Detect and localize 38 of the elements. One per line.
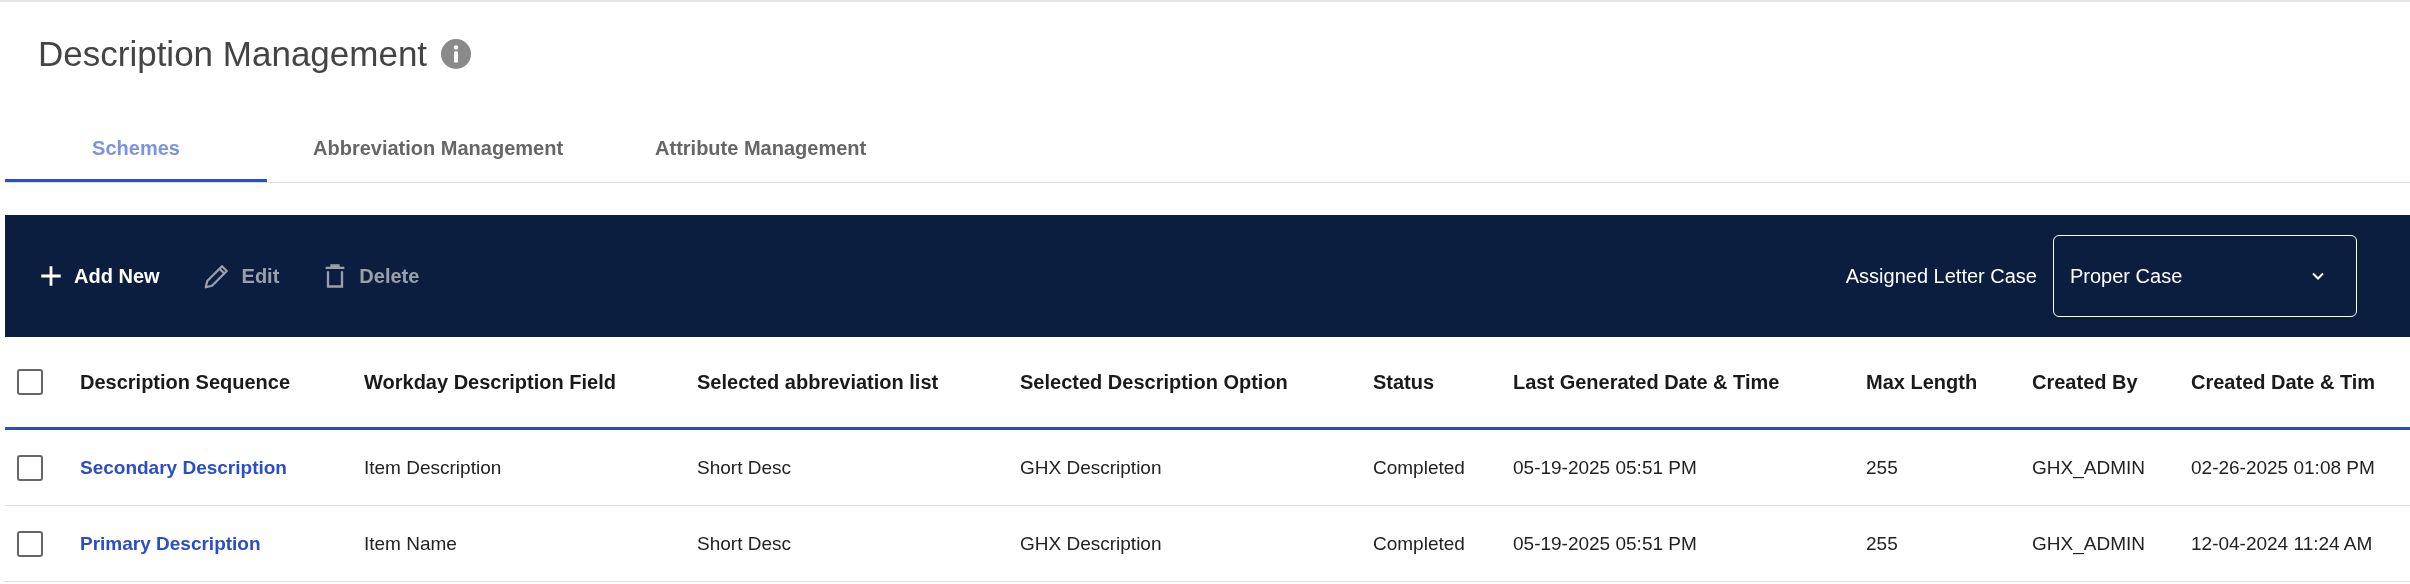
add-button[interactable]: Add New (38, 263, 160, 289)
table-cell: 05-19-2025 05:51 PM (1513, 456, 1697, 478)
plus-icon (38, 263, 64, 289)
table-cell: Completed (1373, 532, 1465, 554)
table-cell: 02-26-2025 01:08 PM (2191, 456, 2375, 478)
column-header: Created By (2032, 370, 2138, 393)
table-cell: 12-04-2024 11:24 AM (2191, 532, 2373, 554)
page-title: Description Management (38, 34, 428, 74)
column-header: Description Sequence (80, 370, 291, 393)
tab[interactable]: Attribute Management (609, 118, 913, 182)
table-cell: Item Name (364, 532, 457, 554)
column-header: Last Generated Date & Time (1513, 370, 1780, 393)
table-cell: 255 (1866, 532, 1898, 554)
row-checkbox[interactable] (17, 454, 43, 481)
table-cell: GHX_ADMIN (2032, 532, 2145, 554)
table-cell: 05-19-2025 05:51 PM (1513, 532, 1697, 554)
letter-case-label: Assigned Letter Case (1845, 264, 2037, 288)
table-cell: GHX Description (1020, 456, 1162, 478)
table-cell: Short Desc (697, 532, 791, 554)
table-cell: 255 (1866, 456, 1898, 478)
column-header: Selected Description Option (1020, 370, 1288, 393)
column-header: Created Date & Tim (2191, 370, 2376, 393)
tab[interactable]: Abbreviation Management (267, 118, 610, 182)
table-cell: Completed (1373, 456, 1465, 478)
table-cell: Short Desc (697, 456, 791, 478)
letter-case-dropdown[interactable]: Proper Case (2053, 235, 2357, 317)
info-icon[interactable] (441, 39, 472, 69)
select-all-checkbox[interactable] (17, 369, 43, 395)
table-cell: GHX_ADMIN (2032, 456, 2145, 478)
description-link[interactable]: Secondary Description (80, 456, 287, 478)
table-cell: Item Description (364, 456, 502, 478)
description-link[interactable]: Primary Description (80, 532, 261, 554)
table-cell: GHX Description (1020, 532, 1162, 554)
column-header: Selected abbreviation list (697, 370, 939, 393)
row-checkbox[interactable] (17, 530, 43, 557)
column-header: Status (1373, 370, 1435, 393)
column-header: Workday Description Field (364, 370, 616, 393)
column-header: Max Length (1866, 370, 1978, 393)
